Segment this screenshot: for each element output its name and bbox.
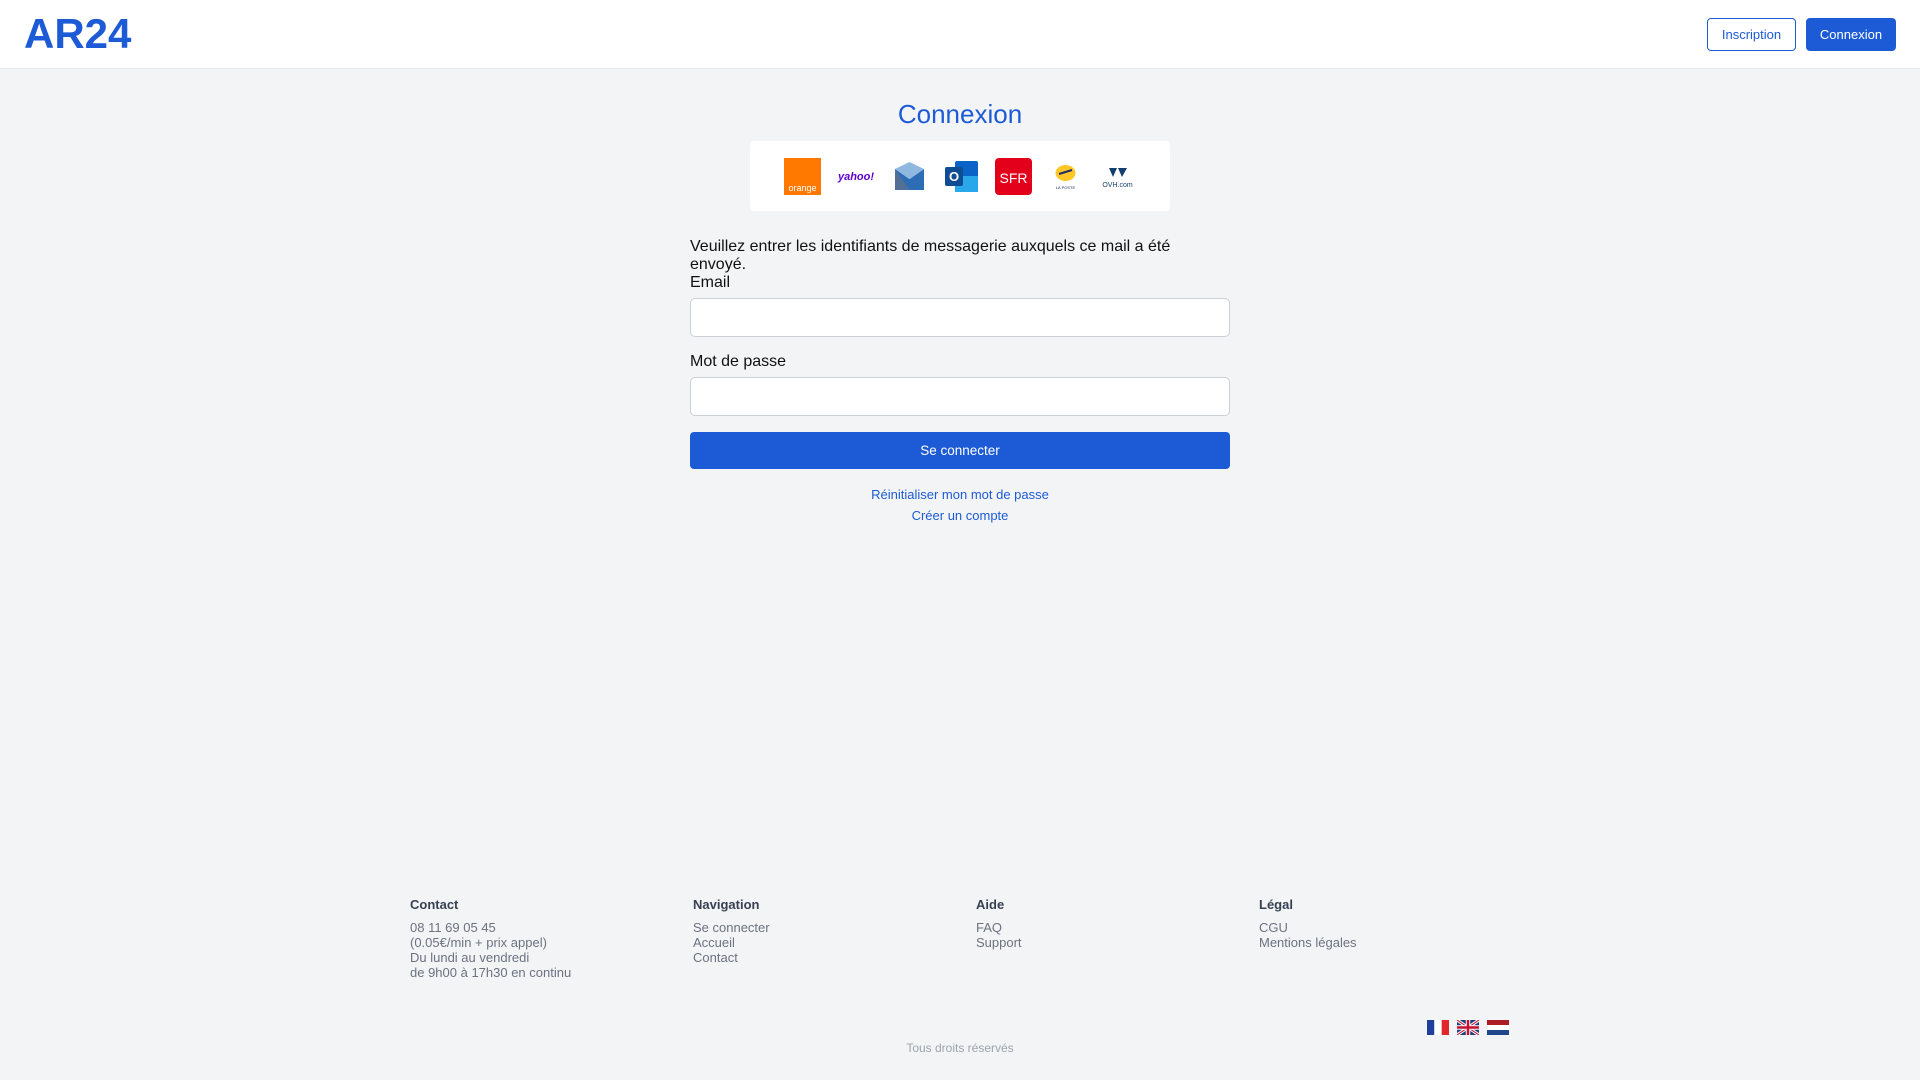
orange-logo-icon: orange bbox=[784, 157, 821, 195]
footer-heading: Aide bbox=[976, 897, 1005, 912]
svg-text:LA POSTE: LA POSTE bbox=[1056, 185, 1076, 190]
footer-navigation: Navigation Se connecter Accueil Contact bbox=[693, 897, 770, 965]
svg-text:orange: orange bbox=[788, 183, 816, 193]
reset-password-link[interactable]: Réinitialiser mon mot de passe bbox=[0, 487, 1920, 502]
footer-text: 08 11 69 05 45 bbox=[410, 920, 496, 935]
copyright: Tous droits réservés bbox=[906, 1041, 1014, 1055]
create-account-link[interactable]: Créer un compte bbox=[0, 508, 1920, 523]
svg-text:yahoo!: yahoo! bbox=[837, 171, 874, 183]
footer-heading: Navigation bbox=[693, 897, 760, 912]
footer-link[interactable]: Mentions légales bbox=[1259, 935, 1357, 950]
footer-text: (0.05€/min + prix appel) bbox=[410, 935, 547, 950]
footer-link[interactable]: CGU bbox=[1259, 920, 1357, 935]
nl-flag-icon[interactable] bbox=[1487, 1020, 1509, 1035]
mail-providers: orange yahoo! O SFR LA POSTE OVH.com bbox=[750, 141, 1170, 211]
svg-text:SFR: SFR bbox=[1000, 170, 1028, 186]
footer-link[interactable]: Contact bbox=[693, 950, 770, 965]
page-title: Connexion bbox=[897, 99, 1023, 129]
fr-flag-icon[interactable] bbox=[1427, 1020, 1449, 1035]
svg-text:O: O bbox=[949, 169, 959, 184]
svg-text:OVH.com: OVH.com bbox=[1102, 182, 1133, 189]
footer-heading: Contact bbox=[410, 897, 459, 912]
signup-button[interactable]: Inscription bbox=[1707, 18, 1796, 51]
yahoo-logo-icon: yahoo! bbox=[836, 158, 876, 195]
footer-legal: Légal CGU Mentions légales bbox=[1259, 897, 1357, 950]
submit-button[interactable]: Se connecter bbox=[690, 432, 1230, 469]
password-field[interactable] bbox=[690, 377, 1230, 416]
uk-flag-icon[interactable] bbox=[1457, 1020, 1479, 1035]
email-label: Email bbox=[690, 274, 731, 291]
footer-text: Du lundi au vendredi bbox=[410, 950, 530, 965]
laposte-logo-icon: LA POSTE bbox=[1047, 158, 1084, 195]
intro-text: Veuillez entrer les identifiants de mess… bbox=[690, 238, 1171, 273]
login-button[interactable]: Connexion bbox=[1806, 18, 1896, 51]
footer-link[interactable]: FAQ bbox=[976, 920, 1022, 935]
header: AR24 Inscription Connexion bbox=[0, 0, 1920, 69]
sfr-logo-icon: SFR bbox=[995, 157, 1032, 195]
ovh-logo-icon: OVH.com bbox=[1099, 158, 1136, 195]
footer-link[interactable]: Accueil bbox=[693, 935, 770, 950]
footer-link[interactable]: Se connecter bbox=[693, 920, 770, 935]
language-selector bbox=[1427, 1020, 1509, 1035]
footer-link[interactable]: Support bbox=[976, 935, 1022, 950]
password-label: Mot de passe bbox=[690, 353, 787, 370]
footer-aide: Aide FAQ Support bbox=[976, 897, 1022, 950]
proton-logo-icon bbox=[891, 158, 928, 195]
footer-heading: Légal bbox=[1259, 897, 1293, 912]
footer-contact: Contact 08 11 69 05 45 (0.05€/min + prix… bbox=[410, 897, 571, 980]
outlook-logo-icon: O bbox=[943, 158, 980, 195]
footer-text: de 9h00 à 17h30 en continu bbox=[410, 965, 572, 980]
logo[interactable]: AR24 bbox=[24, 10, 131, 58]
email-field[interactable] bbox=[690, 298, 1230, 337]
